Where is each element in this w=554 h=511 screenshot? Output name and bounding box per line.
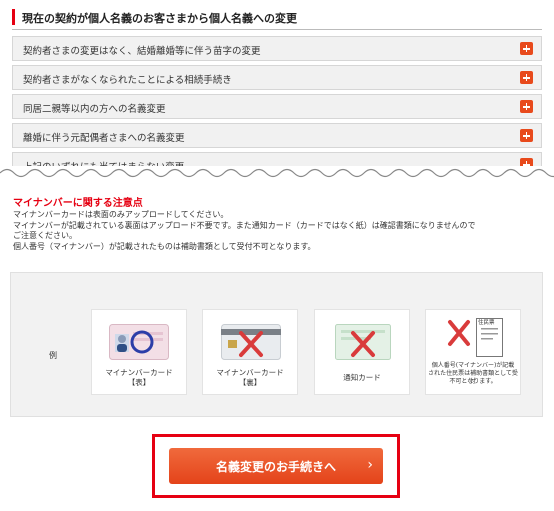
accordion-item-family-transfer[interactable]: 同居二親等以内の方への名義変更 [12,94,542,119]
accordion-item-label: 契約者さまがなくなられたことによる相続手続き [23,75,232,86]
accordion-item-label: 同居二親等以内の方への名義変更 [23,104,166,115]
card-caption: マイナンバーカード [216,368,284,377]
accordion-list: 契約者さまの変更はなく、結婚離婚等に伴う苗字の変更 契約者さまがなくなられたこと… [12,36,542,176]
section-header: 現在の契約が個人名義のお客さまから個人名義への変更 [12,6,542,32]
example-mynumber-front: マイナンバーカード 【表】 [91,309,187,395]
card-caption: マイナンバーカード [105,368,173,377]
accordion-item-divorce-transfer[interactable]: 離婚に伴う元配偶者さまへの名義変更 [12,123,542,148]
document-title: 住民票 [478,320,495,326]
notice-line: マイナンバーが記載されている裏面はアップロード不要です。また通知カード（カードで… [13,220,476,230]
notification-card-icon [335,324,391,360]
document-examples-panel: 例 マイナンバーカード 【表】 マイナンバーカード 【裏】 通知カード 住民票 … [10,272,543,417]
accordion-item-label: 離婚に伴う元配偶者さまへの名義変更 [23,133,185,144]
notice-line: ご注意ください。 [13,231,77,240]
cta-highlight-frame: 名義変更のお手続きへ › [152,434,400,498]
card-caption-sub: 【裏】 [238,378,262,387]
mynumber-card-front-icon [109,324,169,360]
section-divider [12,29,542,30]
examples-label: 例 [49,351,57,360]
section-accent-bar [12,9,15,25]
accordion-item-surname-change[interactable]: 契約者さまの変更はなく、結婚離婚等に伴う苗字の変更 [12,36,542,61]
notice-line: 個人番号（マイナンバー）が記載されたものは補助書類として受付不可となります。 [13,241,316,251]
expand-plus-icon[interactable] [520,71,533,84]
residence-certificate-icon [448,318,503,357]
card-caption: 通知カード [343,373,381,382]
accordion-item-label: 契約者さまの変更はなく、結婚離婚等に伴う苗字の変更 [23,46,261,57]
notice-line: マイナンバーカードは表面のみアップロードしてください。 [13,210,229,219]
cta-label: 名義変更のお手続きへ [215,460,336,474]
mynumber-card-back-icon [221,324,281,360]
example-notification-card: 通知カード [314,309,410,395]
torn-edge-divider [0,166,554,180]
notice-heading: マイナンバーに関する注意点 [13,198,143,209]
card-caption-sub: 【表】 [127,378,151,387]
mynumber-notice: マイナンバーに関する注意点 マイナンバーカードは表面のみアップロードしてください… [13,197,543,252]
chevron-right-icon: › [367,457,373,473]
card-caption-sub: 不可となります。 [449,378,497,385]
accordion-item-inheritance[interactable]: 契約者さまがなくなられたことによる相続手続き [12,65,542,90]
card-caption: 個人番号(マイナンバー)が記載 [431,362,515,369]
example-mynumber-back: マイナンバーカード 【裏】 [202,309,298,395]
expand-plus-icon[interactable] [520,129,533,142]
section-title: 現在の契約が個人名義のお客さまから個人名義への変更 [22,12,297,25]
expand-plus-icon[interactable] [520,42,533,55]
expand-plus-icon[interactable] [520,100,533,113]
example-residence-certificate: 住民票 個人番号(マイナンバー)が記載 された住民票は補助書類として受付 不可と… [425,309,521,395]
name-change-procedure-button[interactable]: 名義変更のお手続きへ › [169,448,383,484]
